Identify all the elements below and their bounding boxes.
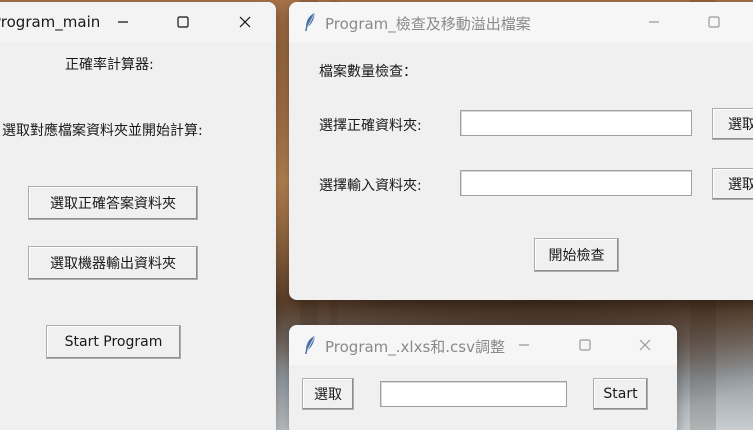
check-window-title: Program_檢查及移動溢出檔案: [325, 15, 531, 33]
xlsx-select-button[interactable]: 選取: [302, 378, 354, 410]
browse-correct-folder-button[interactable]: 選取: [712, 108, 753, 140]
correct-folder-label: 選擇正確資料夾:: [319, 118, 422, 134]
input-folder-label: 選擇輸入資料夾:: [319, 178, 422, 194]
maximize-icon[interactable]: [691, 2, 737, 42]
xlsx-start-button[interactable]: Start: [593, 378, 648, 410]
file-count-heading: 檔案數量檢查：: [319, 64, 417, 80]
input-folder-input[interactable]: [460, 170, 692, 196]
browse-input-folder-button[interactable]: 選取: [712, 168, 753, 200]
minimize-icon[interactable]: [100, 2, 146, 42]
feather-icon: [305, 12, 316, 31]
minimize-icon[interactable]: [501, 325, 547, 365]
xlsx-path-input[interactable]: [380, 381, 567, 407]
maximize-icon[interactable]: [562, 325, 608, 365]
xlsx-window: Program_.xlxs和.csv調整 選取 Start: [289, 325, 677, 430]
xlsx-titlebar[interactable]: Program_.xlxs和.csv調整: [289, 325, 677, 365]
start-program-button[interactable]: Start Program: [46, 325, 181, 359]
select-answer-folder-button[interactable]: 選取正確答案資料夾: [28, 186, 198, 220]
maximize-icon[interactable]: [160, 2, 206, 42]
close-icon[interactable]: [622, 325, 668, 365]
main-window-title: Program_main: [0, 13, 101, 31]
xlsx-window-title: Program_.xlxs和.csv調整: [325, 338, 506, 356]
check-window: Program_檢查及移動溢出檔案 檔案數量檢查： 選擇正確資料夾: 選取 選擇…: [289, 2, 753, 300]
main-titlebar[interactable]: Program_main: [0, 2, 276, 42]
instruction-label: 選取對應檔案資料夾並開始計算:: [2, 123, 203, 139]
feather-icon: [305, 335, 316, 354]
correct-folder-input[interactable]: [460, 110, 692, 136]
close-icon[interactable]: [222, 2, 268, 42]
calculator-heading: 正確率計算器:: [65, 57, 154, 73]
minimize-icon[interactable]: [631, 2, 677, 42]
main-window: Program_main 正確率計算器: 選取對應檔案資料夾並開始計算: 選取正…: [0, 2, 276, 430]
select-output-folder-button[interactable]: 選取機器輸出資料夾: [28, 246, 198, 280]
start-check-button[interactable]: 開始檢查: [534, 238, 619, 272]
check-titlebar[interactable]: Program_檢查及移動溢出檔案: [289, 2, 753, 42]
